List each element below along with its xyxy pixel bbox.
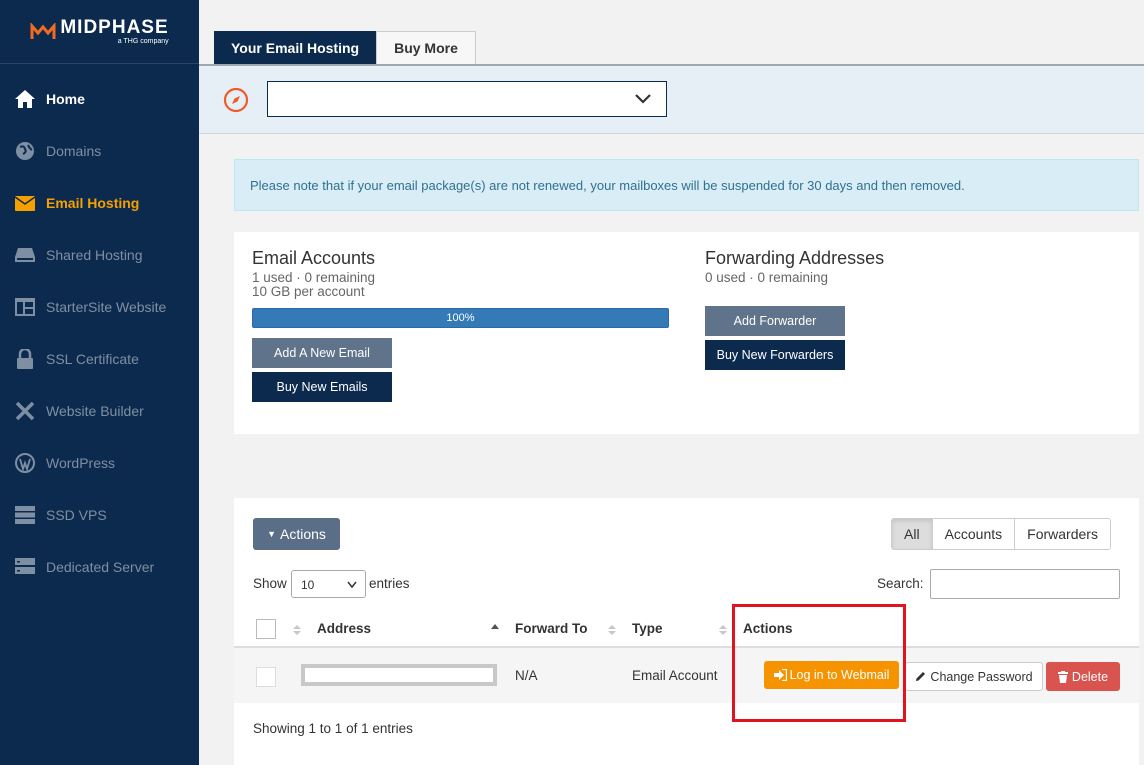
sort-icon[interactable] [607, 623, 617, 637]
change-password-button[interactable]: Change Password [905, 662, 1043, 691]
sidebar-item-domains[interactable]: Domains [0, 125, 199, 177]
sidebar-item-label: StarterSite Website [46, 299, 167, 315]
buy-new-forwarders-button[interactable]: Buy New Forwarders [705, 340, 845, 370]
home-icon [14, 89, 36, 109]
delete-button[interactable]: Delete [1046, 662, 1120, 691]
sidebar-item-ssl-certificate[interactable]: SSL Certificate [0, 333, 199, 385]
table-row: N/A Email Account Log in to Webmail Chan… [234, 648, 1139, 703]
sidebar-item-label: Domains [46, 143, 102, 159]
sidebar-item-home[interactable]: Home [0, 73, 199, 125]
sidebar: MIDPHASE a THG company Home Domains Emai… [0, 0, 199, 765]
server-stack-icon [14, 557, 36, 577]
bulk-actions-label: Actions [280, 526, 326, 542]
page-length-select[interactable]: 10 [291, 570, 366, 598]
filter-accounts-button[interactable]: Accounts [931, 519, 1015, 549]
address-cell [301, 664, 497, 686]
sidebar-item-label: Shared Hosting [46, 247, 143, 263]
row-checkbox[interactable] [256, 667, 276, 687]
chevron-down-icon [347, 581, 357, 589]
sort-icon[interactable] [292, 623, 302, 637]
caret-down-icon: ▼ [267, 529, 276, 539]
globe-icon [14, 141, 36, 161]
table-info: Showing 1 to 1 of 1 entries [253, 721, 413, 736]
column-header-address[interactable]: Address [317, 621, 371, 636]
highlight-annotation-box [732, 604, 906, 722]
domain-select[interactable] [267, 81, 667, 117]
sidebar-item-label: Email Hosting [46, 195, 140, 211]
sidebar-item-ssd-vps[interactable]: SSD VPS [0, 489, 199, 541]
select-all-checkbox[interactable] [256, 619, 276, 639]
sidebar-item-label: SSD VPS [46, 507, 107, 523]
email-accounts-title: Email Accounts [252, 248, 376, 268]
layout-icon [14, 297, 36, 317]
show-label: Show [253, 576, 287, 591]
filter-forwarders-button[interactable]: Forwarders [1014, 519, 1110, 549]
sort-ascending-icon[interactable] [490, 622, 500, 630]
tab-buy-more[interactable]: Buy More [376, 31, 476, 64]
sidebar-item-website-builder[interactable]: Website Builder [0, 385, 199, 437]
sidebar-item-startersite-website[interactable]: StarterSite Website [0, 281, 199, 333]
page-tabs: Your Email Hosting Buy More [214, 31, 476, 64]
forward-to-cell: N/A [515, 668, 538, 683]
sidebar-item-label: Home [46, 91, 85, 107]
add-forwarder-button[interactable]: Add Forwarder [705, 306, 845, 336]
sidebar-item-label: Dedicated Server [46, 559, 155, 575]
midphase-logo-icon [30, 22, 56, 39]
search-label: Search: [877, 576, 924, 591]
sidebar-item-label: WordPress [46, 455, 115, 471]
sidebar-item-label: Website Builder [46, 403, 144, 419]
column-header-type[interactable]: Type [632, 621, 663, 636]
filter-all-button[interactable]: All [892, 519, 932, 549]
lock-icon [14, 349, 36, 369]
pencil-icon [916, 672, 926, 681]
add-new-email-button[interactable]: Add A New Email [252, 338, 392, 368]
tools-icon [14, 401, 36, 421]
envelope-icon [14, 193, 36, 213]
type-filter-group: All Accounts Forwarders [891, 518, 1111, 550]
sort-icon[interactable] [718, 623, 728, 637]
page-length-value: 10 [301, 578, 315, 592]
forwarding-usage: 0 used · 0 remaining [705, 270, 829, 285]
brand-tagline: a THG company [117, 37, 169, 45]
sidebar-item-label: SSL Certificate [46, 351, 139, 367]
sidebar-item-email-hosting[interactable]: Email Hosting [0, 177, 199, 229]
sidebar-item-shared-hosting[interactable]: Shared Hosting [0, 229, 199, 281]
email-table-card: ▼ Actions All Accounts Forwarders Show 1… [234, 498, 1139, 765]
email-accounts-quota: 10 GB per account [252, 284, 365, 299]
tab-your-email-hosting[interactable]: Your Email Hosting [214, 31, 377, 64]
server-icon [14, 505, 36, 525]
buy-new-emails-button[interactable]: Buy New Emails [252, 372, 392, 402]
trash-icon [1057, 670, 1068, 683]
domain-selector-bar [199, 64, 1144, 134]
forwarding-addresses-title: Forwarding Addresses [705, 248, 885, 268]
compass-icon [223, 87, 249, 113]
sidebar-item-dedicated-server[interactable]: Dedicated Server [0, 541, 199, 593]
column-header-forward-to[interactable]: Forward To [515, 621, 588, 636]
renewal-notice: Please note that if your email package(s… [234, 159, 1139, 211]
brand-logo[interactable]: MIDPHASE a THG company [0, 0, 199, 64]
search-input[interactable] [930, 569, 1120, 599]
bulk-actions-button[interactable]: ▼ Actions [253, 518, 340, 550]
chevron-down-icon [635, 94, 651, 104]
summary-panel: Email Accounts 1 used · 0 remaining 10 G… [234, 232, 1139, 434]
type-cell: Email Account [632, 668, 718, 683]
email-accounts-usage: 1 used · 0 remaining [252, 270, 376, 285]
sidebar-item-wordpress[interactable]: WordPress [0, 437, 199, 489]
brand-name: MIDPHASE [60, 16, 169, 38]
hdd-icon [14, 245, 36, 265]
change-password-label: Change Password [930, 669, 1033, 684]
entries-label: entries [369, 576, 410, 591]
email-usage-progress: 100% [252, 308, 669, 328]
delete-label: Delete [1071, 669, 1109, 684]
wordpress-icon [14, 453, 36, 473]
